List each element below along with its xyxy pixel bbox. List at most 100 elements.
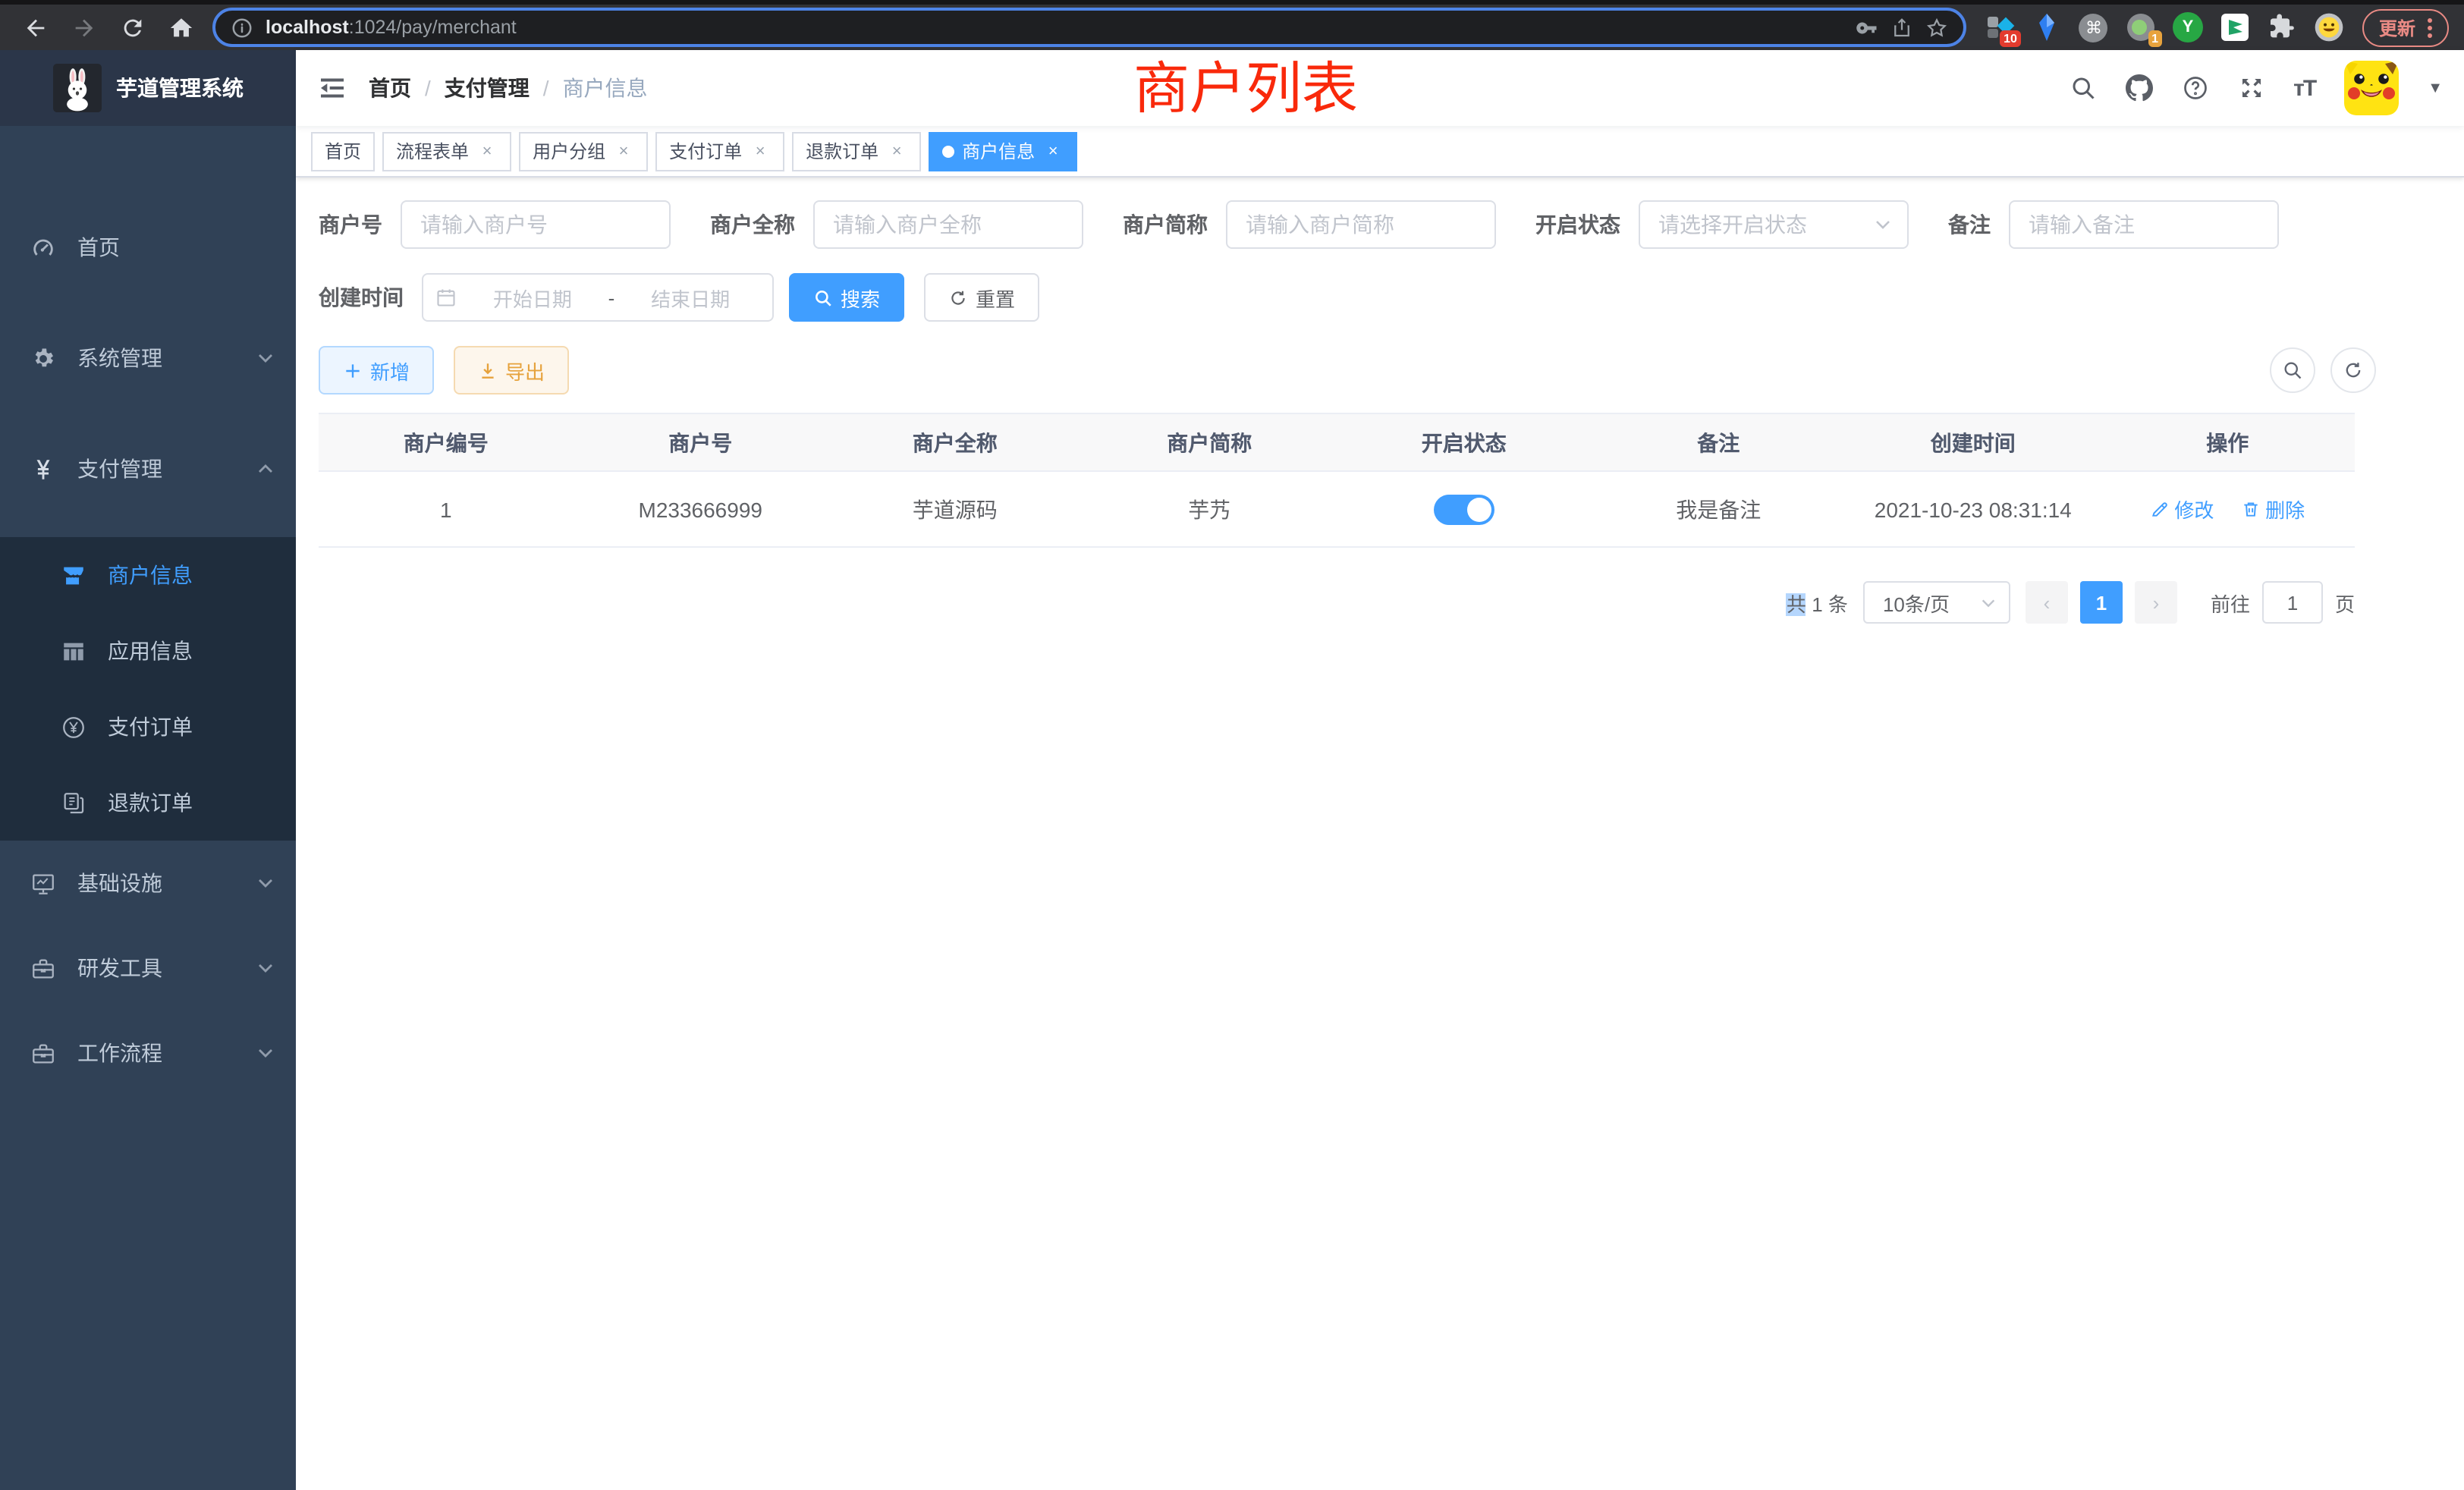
refresh-table-icon[interactable] — [2330, 347, 2376, 393]
annotation-title: 商户列表 — [1133, 42, 1358, 124]
yen-icon — [30, 456, 56, 482]
next-page-icon[interactable]: › — [2135, 581, 2177, 624]
filter-row-1: 商户号 商户全称 商户简称 开启状态 请选择开启状态 — [319, 200, 2434, 249]
start-date-placeholder: 开始日期 — [463, 283, 602, 312]
tags-view: 首页 流程表单 × 用户分组 × 支付订单 × 退款订单 × 商户信息 × — [296, 126, 2464, 178]
documents-icon — [61, 790, 86, 816]
sidebar-item-refund-order[interactable]: 退款订单 — [0, 765, 296, 841]
font-size-icon[interactable]: тT — [2293, 75, 2315, 101]
gear-icon — [30, 345, 56, 371]
extensions-puzzle-icon[interactable] — [2267, 12, 2297, 42]
goto-page: 前往 页 — [2211, 581, 2355, 624]
url-text: localhost:1024/pay/merchant — [266, 17, 1843, 38]
add-button[interactable]: 新增 — [319, 346, 434, 395]
header-search-icon[interactable] — [2069, 74, 2096, 102]
sidebar-item-payment[interactable]: 支付管理 — [0, 426, 296, 511]
merchant-no-input[interactable] — [401, 200, 671, 249]
sidebar-item-infrastructure[interactable]: 基础设施 — [0, 841, 296, 926]
merchant-full-name-input[interactable] — [813, 200, 1083, 249]
close-icon[interactable]: × — [886, 140, 907, 162]
app-title: 芋道管理系统 — [116, 73, 244, 103]
breadcrumb-section[interactable]: 支付管理 — [445, 73, 530, 103]
sidebar-item-label: 商户信息 — [108, 560, 193, 590]
page-1-button[interactable]: 1 — [2080, 581, 2123, 624]
help-icon[interactable] — [2181, 74, 2208, 102]
chevron-up-icon — [256, 460, 275, 478]
close-icon[interactable]: × — [613, 140, 634, 162]
tab-home[interactable]: 首页 — [311, 131, 375, 171]
extension-icon-2[interactable]: 1 — [2126, 12, 2156, 42]
remark-input[interactable] — [2009, 200, 2279, 249]
monitor-chart-icon — [30, 870, 56, 896]
delete-link[interactable]: 删除 — [2241, 495, 2305, 523]
merchant-short-name-input[interactable] — [1226, 200, 1496, 249]
col-status: 开启状态 — [1337, 413, 1592, 471]
close-icon[interactable]: × — [476, 140, 498, 162]
col-remark: 备注 — [1592, 413, 1846, 471]
export-button[interactable]: 导出 — [454, 346, 569, 395]
close-icon[interactable]: × — [750, 140, 771, 162]
sidebar-item-workflow[interactable]: 工作流程 — [0, 1011, 296, 1095]
sidebar-toggle-icon[interactable] — [296, 73, 369, 103]
col-short-name: 商户简称 — [1083, 413, 1337, 471]
col-merchant-no: 商户号 — [574, 413, 828, 471]
col-actions: 操作 — [2101, 413, 2356, 471]
github-icon[interactable] — [2125, 74, 2152, 102]
sidebar-item-app-info[interactable]: 应用信息 — [0, 613, 296, 689]
tab-refund-order[interactable]: 退款订单 × — [792, 131, 921, 171]
user-avatar[interactable] — [2344, 61, 2399, 115]
extension-icon-y[interactable]: Y — [2173, 12, 2203, 42]
update-label: 更新 — [2379, 14, 2415, 40]
create-time-range-picker[interactable]: 开始日期 - 结束日期 — [422, 273, 774, 322]
address-bar[interactable]: localhost:1024/pay/merchant — [212, 8, 1966, 47]
sidebar-item-home[interactable]: 首页 — [0, 205, 296, 290]
status-toggle[interactable] — [1434, 494, 1494, 524]
tab-pay-order[interactable]: 支付订单 × — [655, 131, 784, 171]
chevron-down-icon — [256, 959, 275, 977]
password-key-icon[interactable] — [1856, 16, 1878, 39]
bookmark-star-icon[interactable] — [1925, 16, 1948, 39]
sidebar-item-pay-order[interactable]: 支付订单 — [0, 689, 296, 765]
extension-icon-pin[interactable] — [2032, 12, 2062, 42]
close-icon[interactable]: × — [1042, 140, 1064, 162]
sidebar-item-system[interactable]: 系统管理 — [0, 316, 296, 401]
browser-menu-icon[interactable] — [2428, 17, 2432, 37]
sidebar-item-merchant-info[interactable]: 商户信息 — [0, 537, 296, 613]
filter-label: 商户简称 — [1123, 209, 1226, 240]
app-logo[interactable]: 芋道管理系统 — [0, 50, 296, 126]
page-size-select[interactable]: 10条/页 — [1863, 581, 2010, 624]
site-info-icon[interactable] — [231, 16, 253, 39]
tab-user-group[interactable]: 用户分组 × — [519, 131, 648, 171]
reset-button[interactable]: 重置 — [924, 273, 1039, 322]
active-dot — [942, 145, 954, 157]
filter-label: 创建时间 — [319, 282, 422, 313]
search-button[interactable]: 搜索 — [789, 273, 904, 322]
edit-link[interactable]: 修改 — [2150, 495, 2214, 523]
forward-icon[interactable] — [70, 14, 97, 41]
chrome-update-button[interactable]: 更新 — [2362, 8, 2449, 46]
profile-avatar-icon[interactable] — [2314, 12, 2344, 42]
prev-page-icon[interactable]: ‹ — [2026, 581, 2068, 624]
cell-create-time: 2021-10-23 08:31:14 — [1846, 471, 2101, 547]
extension-icon-1[interactable]: 10 — [1985, 12, 2015, 42]
breadcrumb-home[interactable]: 首页 — [369, 73, 411, 103]
sidebar-item-label: 首页 — [77, 232, 120, 262]
sidebar-item-label: 退款订单 — [108, 787, 193, 818]
goto-page-input[interactable] — [2262, 581, 2323, 624]
show-search-toggle-icon[interactable] — [2270, 347, 2315, 393]
tab-merchant-info[interactable]: 商户信息 × — [929, 131, 1077, 171]
extension-icon-command[interactable]: ⌘ — [2079, 12, 2109, 42]
fullscreen-icon[interactable] — [2237, 74, 2264, 102]
browser-nav-buttons — [15, 14, 200, 41]
extension-icon-flag[interactable] — [2220, 12, 2250, 42]
avatar-caret-icon[interactable]: ▼ — [2428, 80, 2443, 96]
share-icon[interactable] — [1890, 16, 1913, 39]
status-select[interactable]: 请选择开启状态 — [1639, 200, 1909, 249]
filter-label: 商户全称 — [710, 209, 813, 240]
top-navbar: 首页 / 支付管理 / 商户信息 тT — [296, 50, 2464, 126]
home-icon[interactable] — [167, 14, 194, 41]
tab-process-form[interactable]: 流程表单 × — [382, 131, 511, 171]
reload-icon[interactable] — [118, 14, 146, 41]
sidebar-item-dev-tools[interactable]: 研发工具 — [0, 926, 296, 1011]
back-icon[interactable] — [21, 14, 49, 41]
